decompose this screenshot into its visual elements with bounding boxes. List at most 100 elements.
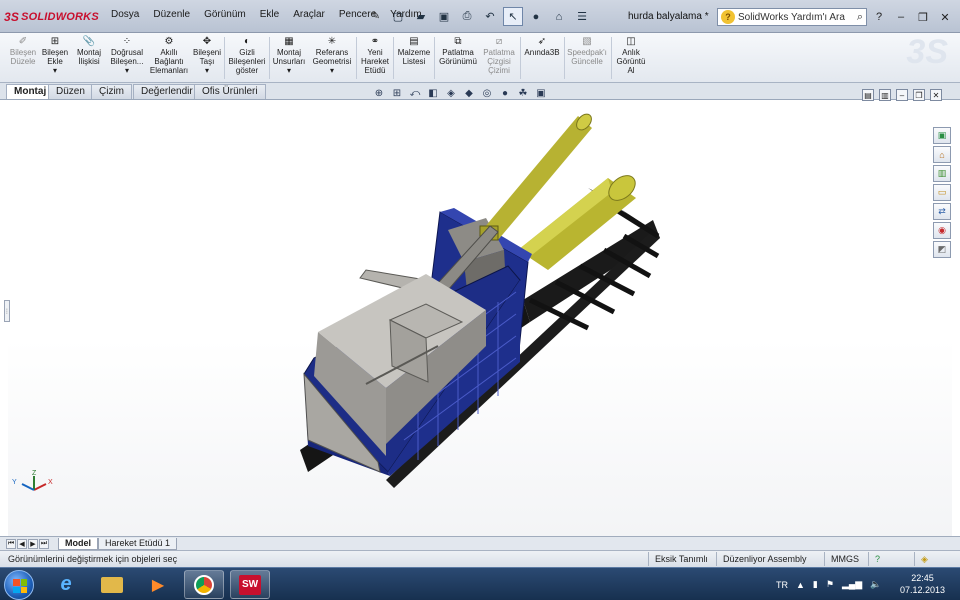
tab-montaj[interactable]: Montaj <box>6 84 55 99</box>
file-explorer-taskbar-icon[interactable] <box>92 570 132 599</box>
hide-show-icon[interactable]: ◎ <box>480 87 494 100</box>
take-snapshot-button[interactable]: ◫ Anlık Görüntü Al <box>613 35 649 75</box>
explode-line-sketch-button[interactable]: ⧄ Patlatma Çizgisi Çizimi <box>480 35 518 75</box>
status-help-icon[interactable]: ? <box>868 552 890 566</box>
tab-model[interactable]: Model <box>58 538 98 550</box>
view-settings-icon[interactable]: ▣ <box>534 87 548 100</box>
zoom-area-icon[interactable]: ⊞ <box>390 87 404 100</box>
smart-fasteners-button[interactable]: ⚙ Akıllı Bağlantı Elemanları <box>148 35 190 75</box>
solidworks-taskbar-icon[interactable]: SW <box>230 570 270 599</box>
menu-ekle[interactable]: Ekle <box>253 9 286 20</box>
show-hidden-icon: ◐ <box>243 35 251 47</box>
status-tag-icon[interactable]: ◈ <box>914 552 934 566</box>
baler-model[interactable] <box>8 100 952 536</box>
design-library-icon[interactable]: ⌂ <box>933 146 951 163</box>
show-hidden-icons-icon[interactable]: ▲ <box>796 580 805 590</box>
chevron-down-icon[interactable]: ▾ <box>125 66 129 75</box>
help-search-input[interactable]: SolidWorks Yardım'ı Ara <box>738 12 845 23</box>
view-palette-icon[interactable]: ▭ <box>933 184 951 201</box>
search-icon[interactable]: ⌕ <box>857 11 863 24</box>
undo-icon[interactable]: ↶ <box>480 7 500 26</box>
menu-gorunum[interactable]: Görünüm <box>197 9 253 20</box>
viewport-restore-icon[interactable]: ❐ <box>913 89 925 101</box>
chrome-taskbar-icon[interactable] <box>184 570 224 599</box>
network-icon[interactable]: ▮ <box>813 579 818 590</box>
menu-araclar[interactable]: Araçlar <box>286 9 332 20</box>
display-style-icon[interactable]: ◆ <box>462 87 476 100</box>
taskbar-clock[interactable]: 22:45 07.12.2013 <box>900 572 945 596</box>
status-message: Görünümlerini değiştirmek için objeleri … <box>8 554 178 564</box>
save-icon[interactable]: ▣ <box>434 7 454 26</box>
zoom-to-fit-icon[interactable]: ⊕ <box>372 87 386 100</box>
chevron-down-icon[interactable]: ▾ <box>53 66 57 75</box>
exploded-view-icon: ⧉ <box>454 35 462 47</box>
minimize-icon[interactable]: – <box>892 9 910 25</box>
graphics-area[interactable] <box>8 100 952 536</box>
file-explorer-icon[interactable]: ▥ <box>933 165 951 182</box>
custom-properties-icon[interactable]: ◉ <box>933 222 951 239</box>
appearances-icon[interactable]: ⇄ <box>933 203 951 220</box>
last-tab-icon[interactable]: ⏭ <box>39 539 49 549</box>
first-tab-icon[interactable]: ⏮ <box>6 539 16 549</box>
media-player-taskbar-icon[interactable]: ▶ <box>138 570 178 599</box>
status-units[interactable]: MMGS <box>824 552 868 566</box>
rebuild-icon[interactable]: ● <box>526 7 546 26</box>
restore-icon[interactable]: ❐ <box>914 9 932 25</box>
print-icon[interactable]: ⎙ <box>457 7 477 26</box>
solidworks-resources-icon[interactable]: ▣ <box>933 127 951 144</box>
chevron-down-icon[interactable]: ▾ <box>287 66 291 75</box>
menu-duzenle[interactable]: Düzenle <box>146 9 197 20</box>
internet-explorer-taskbar-icon[interactable]: e <box>46 570 86 599</box>
viewport-close-icon[interactable]: ✕ <box>930 89 942 101</box>
volume-icon[interactable]: 🔈 <box>870 579 881 590</box>
recovery-icon[interactable]: ◩ <box>933 241 951 258</box>
previous-view-icon[interactable]: ⤺ <box>408 87 422 100</box>
action-center-icon[interactable]: ⚑ <box>826 579 834 590</box>
options-icon[interactable]: ☰ <box>572 7 592 26</box>
prev-tab-icon[interactable]: ◀ <box>17 539 27 549</box>
chevron-down-icon[interactable]: ▾ <box>205 66 209 75</box>
update-speedpak-button[interactable]: ▧ Speedpak'ı Güncelle <box>565 35 609 66</box>
insert-component-button[interactable]: ⊞ Bileşen Ekle ▾ <box>40 35 70 75</box>
linear-pattern-button[interactable]: ⁘ Doğrusal Bileşen... ▾ <box>106 35 148 75</box>
appearance-icon[interactable]: ● <box>498 87 512 100</box>
instant3d-button[interactable]: ➶ Anında3B <box>522 35 562 57</box>
smart-fasteners-icon: ⚙ <box>164 35 174 47</box>
tab-ofis-urunleri[interactable]: Ofis Ürünleri <box>194 84 266 99</box>
viewport-split-icon[interactable]: ▥ <box>879 89 891 101</box>
start-button[interactable] <box>4 570 34 600</box>
viewport-minimize-icon[interactable]: – <box>896 89 908 101</box>
move-component-button[interactable]: ✥ Bileşeni Taşı ▾ <box>190 35 224 75</box>
viewport-tile-icon[interactable]: ▤ <box>862 89 874 101</box>
tab-degerlendir[interactable]: Değerlendir <box>133 84 201 99</box>
mate-button[interactable]: 📎 Montaj İlişkisi <box>72 35 106 66</box>
file-properties-icon[interactable]: ⌂ <box>549 7 569 26</box>
reference-geometry-button[interactable]: ✳ Referans Geometrisi ▾ <box>310 35 354 75</box>
feature-manager-collapse-handle[interactable]: ⋮ <box>4 300 10 322</box>
tab-duzen[interactable]: Düzen <box>48 84 93 99</box>
help-search-box[interactable]: ? SolidWorks Yardım'ı Ara ⌕ <box>717 8 867 26</box>
open-icon[interactable]: ▰ <box>411 7 431 26</box>
assembly-features-button[interactable]: ▦ Montaj Unsurları ▾ <box>270 35 308 75</box>
exploded-view-button[interactable]: ⧉ Patlatma Görünümü <box>436 35 480 66</box>
next-tab-icon[interactable]: ▶ <box>28 539 38 549</box>
help-menu-icon[interactable]: ? <box>870 9 888 25</box>
section-view-icon[interactable]: ◧ <box>426 87 440 100</box>
signal-icon[interactable]: ▂▄▆ <box>842 579 862 590</box>
chevron-down-icon[interactable]: ▾ <box>330 66 334 75</box>
pin-icon[interactable]: ✎ <box>371 9 380 22</box>
bill-of-materials-button[interactable]: ▤ Malzeme Listesi <box>395 35 433 66</box>
solidworks-logo[interactable]: 3S SOLIDWORKS <box>4 6 100 27</box>
tab-cizim[interactable]: Çizim <box>91 84 132 99</box>
tab-motion-study[interactable]: Hareket Etüdü 1 <box>98 538 178 550</box>
new-motion-study-button[interactable]: ⚭ Yeni Hareket Etüdü <box>358 35 392 75</box>
close-icon[interactable]: ✕ <box>936 9 954 25</box>
show-hidden-components-button[interactable]: ◐ Gizli Bileşenleri göster <box>226 35 268 75</box>
language-indicator[interactable]: TR <box>776 580 788 590</box>
menu-dosya[interactable]: Dosya <box>104 9 146 20</box>
view-orientation-icon[interactable]: ◈ <box>444 87 458 100</box>
select-icon[interactable]: ↖ <box>503 7 523 26</box>
scene-icon[interactable]: ☘ <box>516 87 530 100</box>
edit-component-button[interactable]: ✐ Bileşen Düzele <box>6 35 40 66</box>
new-icon[interactable]: ▢ <box>388 7 408 26</box>
